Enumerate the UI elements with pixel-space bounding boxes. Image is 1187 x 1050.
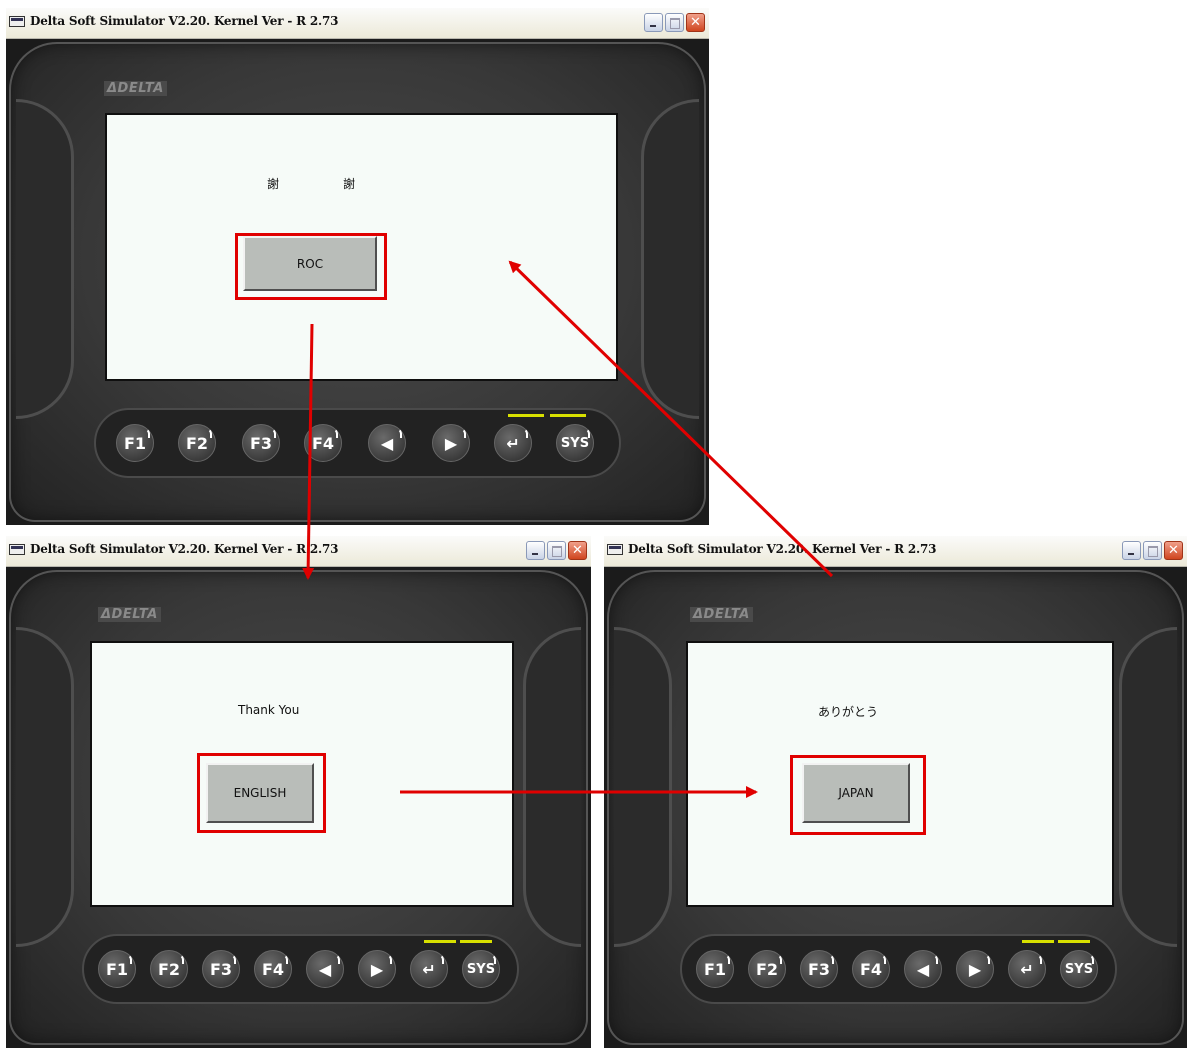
roc-language-button[interactable]: ROC <box>243 236 377 291</box>
f3-key[interactable]: F3 <box>202 950 240 988</box>
hmi-body: ΔDELTA ありがとう JAPAN F1 F2 F3 F4 ◀ ▶ ↵ SYS <box>604 567 1187 1048</box>
function-key-bar: F1 F2 F3 F4 ◀ ▶ ↵ SYS <box>94 408 621 478</box>
f2-key[interactable]: F2 <box>150 950 188 988</box>
sys-key[interactable]: SYS <box>462 950 500 988</box>
japan-language-button[interactable]: JAPAN <box>802 763 910 823</box>
thank-you-caption: Thank You <box>238 703 300 717</box>
sys-key[interactable]: SYS <box>1060 950 1098 988</box>
f3-key[interactable]: F3 <box>800 950 838 988</box>
f2-key[interactable]: F2 <box>748 950 786 988</box>
enter-key[interactable]: ↵ <box>410 950 448 988</box>
caption-left: 謝 <box>267 177 280 191</box>
right-arrow-key[interactable]: ▶ <box>956 950 994 988</box>
delta-logo: ΔDELTA <box>98 607 161 622</box>
f3-key[interactable]: F3 <box>242 424 280 462</box>
left-arrow-key[interactable]: ◀ <box>368 424 406 462</box>
delta-logo: ΔDELTA <box>104 81 167 96</box>
right-arrow-key[interactable]: ▶ <box>432 424 470 462</box>
app-icon <box>9 544 25 555</box>
bezel-right-arc <box>523 627 581 947</box>
f4-key[interactable]: F4 <box>304 424 342 462</box>
close-button[interactable]: ✕ <box>686 13 705 32</box>
maximize-button[interactable] <box>547 541 566 560</box>
english-language-button[interactable]: ENGLISH <box>206 763 314 823</box>
hmi-body: ΔDELTA Thank You ENGLISH F1 F2 F3 F4 ◀ ▶… <box>6 567 591 1048</box>
bezel-right-arc <box>641 99 699 419</box>
window-title: Delta Soft Simulator V2.20. Kernel Ver -… <box>30 14 339 28</box>
arigatou-caption: ありがとう <box>818 705 879 719</box>
minimize-button[interactable] <box>526 541 545 560</box>
title-bar[interactable]: Delta Soft Simulator V2.20. Kernel Ver -… <box>6 536 591 567</box>
hmi-screen: 謝 謝 ROC <box>105 113 618 381</box>
status-led-1 <box>424 940 456 943</box>
hmi-screen: Thank You ENGLISH <box>90 641 514 907</box>
sys-key[interactable]: SYS <box>556 424 594 462</box>
app-icon <box>9 16 25 27</box>
simulator-window-english: Delta Soft Simulator V2.20. Kernel Ver -… <box>6 536 591 1048</box>
f1-key[interactable]: F1 <box>116 424 154 462</box>
window-title: Delta Soft Simulator V2.20. Kernel Ver -… <box>30 542 339 556</box>
hmi-body: ΔDELTA 謝 謝 ROC F1 F2 F3 F4 ◀ ▶ ↵ SYS <box>6 39 709 525</box>
close-button[interactable]: ✕ <box>568 541 587 560</box>
status-led-1 <box>508 414 544 417</box>
caption-right: 謝 <box>343 177 356 191</box>
maximize-button[interactable] <box>1143 541 1162 560</box>
maximize-button[interactable] <box>665 13 684 32</box>
bezel-right-arc <box>1119 627 1177 947</box>
delta-logo: ΔDELTA <box>690 607 753 622</box>
left-arrow-key[interactable]: ◀ <box>904 950 942 988</box>
hmi-screen: ありがとう JAPAN <box>686 641 1114 907</box>
bezel-left-arc <box>614 627 672 947</box>
bezel-left-arc <box>16 627 74 947</box>
simulator-window-japan: Delta Soft Simulator V2.20. Kernel Ver -… <box>604 536 1187 1048</box>
close-button[interactable]: ✕ <box>1164 541 1183 560</box>
function-key-bar: F1 F2 F3 F4 ◀ ▶ ↵ SYS <box>82 934 519 1004</box>
status-led-2 <box>1058 940 1090 943</box>
f4-key[interactable]: F4 <box>852 950 890 988</box>
f1-key[interactable]: F1 <box>98 950 136 988</box>
f2-key[interactable]: F2 <box>178 424 216 462</box>
function-key-bar: F1 F2 F3 F4 ◀ ▶ ↵ SYS <box>680 934 1117 1004</box>
minimize-button[interactable] <box>1122 541 1141 560</box>
f4-key[interactable]: F4 <box>254 950 292 988</box>
f1-key[interactable]: F1 <box>696 950 734 988</box>
status-led-2 <box>460 940 492 943</box>
app-icon <box>607 544 623 555</box>
title-bar[interactable]: Delta Soft Simulator V2.20. Kernel Ver -… <box>604 536 1187 567</box>
enter-key[interactable]: ↵ <box>494 424 532 462</box>
enter-key[interactable]: ↵ <box>1008 950 1046 988</box>
right-arrow-key[interactable]: ▶ <box>358 950 396 988</box>
bezel-left-arc <box>16 99 74 419</box>
status-led-1 <box>1022 940 1054 943</box>
status-led-2 <box>550 414 586 417</box>
title-bar[interactable]: Delta Soft Simulator V2.20. Kernel Ver -… <box>6 8 709 39</box>
simulator-window-roc: Delta Soft Simulator V2.20. Kernel Ver -… <box>6 8 709 525</box>
left-arrow-key[interactable]: ◀ <box>306 950 344 988</box>
window-title: Delta Soft Simulator V2.20. Kernel Ver -… <box>628 542 937 556</box>
minimize-button[interactable] <box>644 13 663 32</box>
